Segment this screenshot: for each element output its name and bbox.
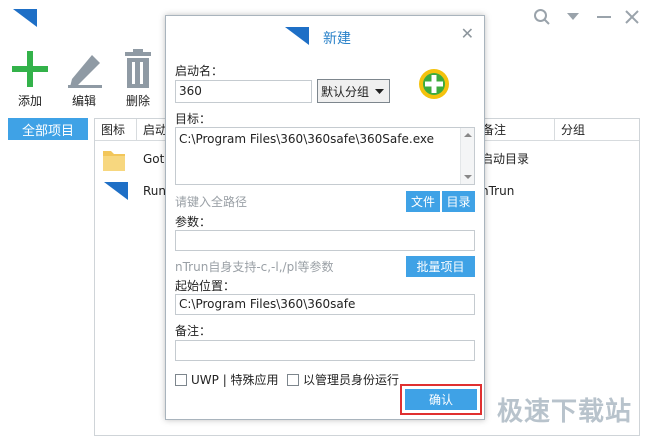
edit-button[interactable]: 编辑: [62, 48, 106, 109]
pencil-icon: [62, 48, 106, 90]
uwp-checkbox-box[interactable]: [175, 373, 187, 386]
group-select-value: 默认分组: [321, 84, 370, 99]
scroll-up-icon[interactable]: [461, 130, 475, 140]
batch-button[interactable]: 批量项目: [406, 256, 475, 277]
add-button[interactable]: 添加: [8, 48, 52, 109]
dialog-logo-icon: [285, 27, 309, 45]
dialog-title-bar[interactable]: 新建 ✕: [166, 16, 484, 56]
sidebar-item-label: 全部项目: [21, 123, 74, 139]
minimize-icon[interactable]: [592, 6, 616, 28]
close-window-icon[interactable]: [620, 6, 644, 28]
target-textarea[interactable]: C:\Program Files\360\360safe\360Safe.exe: [175, 127, 475, 185]
dropdown-arrow-icon[interactable]: [561, 6, 585, 28]
dir-button[interactable]: 目录: [442, 191, 475, 212]
dialog-title: 新建: [323, 31, 351, 47]
new-item-dialog: 新建 ✕ 启动名： 360 默认分组 目标： C:\Program Files\…: [165, 15, 485, 420]
column-header-icon[interactable]: 图标: [95, 119, 137, 141]
delete-label: 删除: [125, 94, 150, 108]
target-value: C:\Program Files\360\360safe\360Safe.exe: [179, 132, 434, 146]
uwp-checkbox[interactable]: UWP | 特殊应用: [175, 371, 279, 388]
dialog-close-icon[interactable]: ✕: [461, 24, 474, 43]
edit-label: 编辑: [71, 94, 96, 108]
file-button[interactable]: 文件: [406, 191, 440, 212]
watermark: 极速下载站: [496, 397, 632, 427]
note-input[interactable]: [175, 340, 475, 361]
scroll-down-icon[interactable]: [461, 172, 475, 182]
params-label: 参数：: [175, 215, 212, 229]
name-label: 启动名：: [175, 64, 224, 78]
item-name: Run: [143, 184, 167, 198]
admin-checkbox-box[interactable]: [287, 373, 299, 386]
target-label: 目标：: [175, 112, 212, 126]
confirm-button[interactable]: 确认: [405, 389, 477, 410]
confirm-highlight-frame: 确认: [400, 384, 482, 415]
params-input[interactable]: [175, 230, 475, 251]
app-window: 添加 编辑 删除 全部项目 图标 启动 备注 分组 Goto 启动目录 Run …: [0, 0, 650, 440]
startdir-input[interactable]: C:\Program Files\360\360safe: [175, 294, 475, 315]
add-label: 添加: [17, 94, 42, 108]
group-select[interactable]: 默认分组: [317, 79, 390, 103]
trash-icon: [116, 48, 160, 90]
name-input[interactable]: 360: [175, 80, 312, 103]
column-header-note[interactable]: 备注: [475, 119, 555, 141]
admin-checkbox[interactable]: 以管理员身份运行: [287, 371, 399, 388]
target-hint: 请键入全路径: [175, 195, 248, 209]
column-header-group[interactable]: 分组: [555, 119, 641, 141]
textarea-scrollbar[interactable]: [460, 128, 474, 184]
folder-icon: [101, 143, 131, 175]
ntrun-logo-icon: [103, 175, 133, 207]
item-note: 启动目录: [481, 152, 530, 166]
add-360-icon[interactable]: [417, 67, 451, 101]
startdir-label: 起始位置：: [175, 279, 236, 293]
note-label: 备注：: [175, 324, 212, 338]
select-arrow-icon: [375, 89, 384, 94]
sidebar-item-all[interactable]: 全部项目: [8, 118, 88, 140]
item-note: nTrun: [481, 184, 515, 198]
plus-icon: [8, 48, 52, 90]
uwp-label: UWP | 特殊应用: [191, 373, 279, 387]
search-icon[interactable]: [530, 6, 554, 28]
app-logo-icon: [13, 9, 37, 27]
params-hint: nTrun自身支持-c,-l,/pl等参数: [175, 260, 334, 274]
delete-button[interactable]: 删除: [116, 48, 160, 109]
admin-label: 以管理员身份运行: [303, 373, 400, 387]
